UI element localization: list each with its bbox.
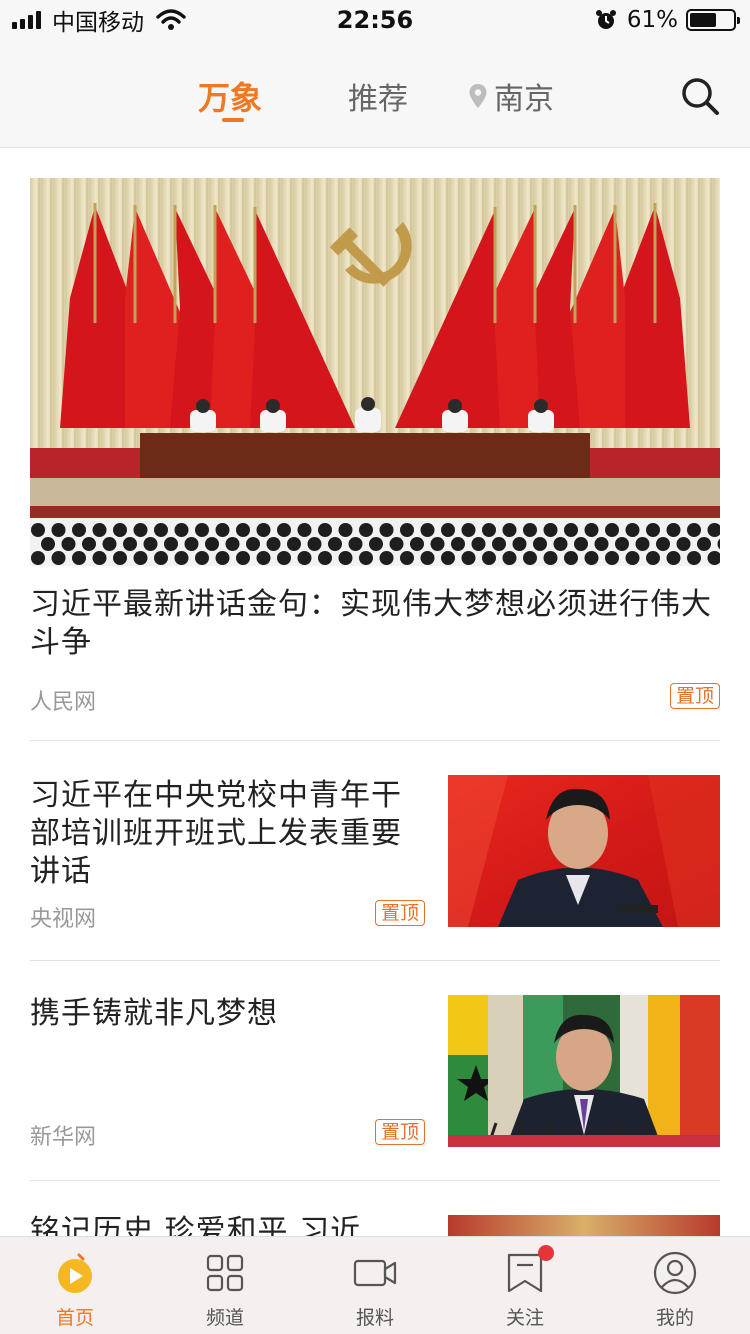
- article-1[interactable]: 习近平最新讲话金句：实现伟大梦想必须进行伟大斗争 人民网 置顶: [0, 566, 750, 742]
- battery-percent: 61%: [626, 7, 678, 33]
- article-2-pinned-badge: 置顶: [375, 900, 426, 926]
- article-1-source: 人民网: [30, 690, 97, 715]
- conference-hall-photo: [30, 178, 720, 566]
- article-4-thumbnail: [448, 1215, 720, 1236]
- portrait-red-backdrop-photo: [448, 775, 720, 927]
- notification-dot: [538, 1245, 554, 1261]
- article-3-pinned-badge: 置顶: [375, 1119, 426, 1145]
- top-nav: 万象 推荐 南京: [0, 40, 750, 148]
- tab-location[interactable]: 南京: [468, 74, 554, 118]
- tab-location-label: 南京: [494, 82, 554, 117]
- article-2-source: 央视网: [30, 907, 97, 932]
- article-3-thumbnail[interactable]: [448, 995, 720, 1147]
- portrait-flags-photo: [448, 995, 720, 1147]
- location-pin-icon: [469, 84, 487, 108]
- tabbar-follow-label: 关注: [505, 1307, 544, 1329]
- tabbar-profile-label: 我的: [655, 1307, 694, 1329]
- article-2-title: 习近平在中央党校中青年干部培训班开班式上发表重要讲话: [30, 778, 402, 889]
- article-3-source: 新华网: [30, 1125, 97, 1150]
- tab-recommend[interactable]: 推荐: [348, 74, 408, 118]
- tabbar-home-label: 首页: [55, 1307, 94, 1329]
- tabbar-channels-label: 频道: [205, 1307, 244, 1329]
- active-tab-indicator: [222, 118, 244, 122]
- grid-icon: [206, 1254, 244, 1292]
- tabbar-report[interactable]: 报料: [300, 1237, 450, 1334]
- status-bar: 中国移动 22:56 61%: [0, 0, 750, 40]
- tabbar-home[interactable]: 首页: [0, 1237, 150, 1334]
- article-1-pinned-badge: 置顶: [669, 683, 720, 709]
- battery-fill: [690, 13, 716, 27]
- tabbar-follow[interactable]: 关注: [450, 1237, 600, 1334]
- article-4-title: 铭记历史 珍爱和平 习近: [30, 1214, 362, 1236]
- status-right: 61%: [595, 6, 740, 34]
- tabbar-report-label: 报料: [355, 1307, 394, 1329]
- article-1-image[interactable]: [30, 178, 720, 566]
- tab-wanxiang[interactable]: 万象: [198, 73, 262, 119]
- article-4[interactable]: 铭记历史 珍爱和平 习近: [0, 1181, 750, 1236]
- tabbar-profile[interactable]: 我的: [600, 1237, 750, 1334]
- alarm-icon: [595, 10, 616, 29]
- tabbar-channels[interactable]: 频道: [150, 1237, 300, 1334]
- article-2-thumbnail[interactable]: [448, 775, 720, 927]
- bottom-tab-bar: 首页 频道 报料 关注 我的: [0, 1236, 750, 1334]
- article-3-title: 携手铸就非凡梦想: [30, 996, 278, 1031]
- user-profile-icon: [653, 1251, 697, 1295]
- video-camera-icon: [353, 1259, 397, 1287]
- home-play-icon: [58, 1253, 92, 1293]
- search-icon[interactable]: [680, 76, 720, 116]
- battery-icon: [686, 9, 740, 31]
- article-1-title: 习近平最新讲话金句：实现伟大梦想必须进行伟大斗争: [30, 587, 712, 660]
